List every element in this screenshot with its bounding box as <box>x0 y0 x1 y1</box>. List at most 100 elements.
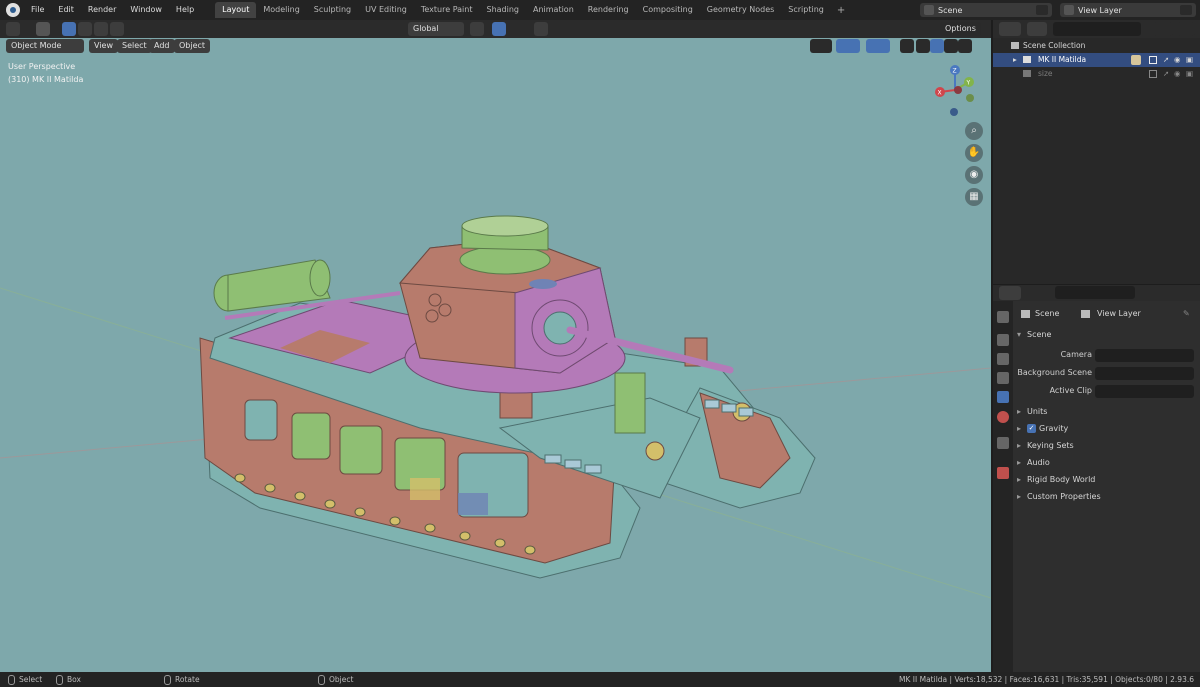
zoom-icon[interactable]: ⌕ <box>965 122 983 140</box>
tab-animation[interactable]: Animation <box>526 2 581 18</box>
expand-arrow-icon[interactable]: ▸ <box>1013 53 1017 67</box>
add-menu[interactable]: Add <box>149 39 175 53</box>
properties-editor-type-icon[interactable] <box>999 286 1021 300</box>
xray-icon[interactable] <box>900 39 914 53</box>
outliner-row-mk-ii-matilda[interactable]: ▸ MK II Matilda ➚ ◉ ▣ <box>993 53 1200 67</box>
scene-tab-icon[interactable] <box>997 391 1009 403</box>
object-mode-dropdown[interactable]: Object Mode <box>6 39 84 53</box>
properties-search-input[interactable] <box>1055 286 1135 299</box>
tab-rendering[interactable]: Rendering <box>581 2 636 18</box>
status-select: Select <box>8 672 42 687</box>
tab-scripting[interactable]: Scripting <box>781 2 831 18</box>
audio-panel-header[interactable]: ▸ Audio <box>1013 455 1200 471</box>
view-layer-selector[interactable]: View Layer <box>1060 3 1196 17</box>
view-menu[interactable]: View <box>89 39 118 53</box>
scene-selector[interactable]: Scene <box>920 3 1052 17</box>
world-tab-icon[interactable] <box>997 411 1009 423</box>
gravity-checkbox[interactable]: ✓ <box>1027 424 1036 433</box>
camera-icon[interactable]: ▣ <box>1186 67 1193 81</box>
pan-hand-icon[interactable]: ✋ <box>965 144 983 162</box>
status-bar: Select Box Select Rotate View Object Con… <box>0 672 1200 687</box>
select-arrow-icon[interactable]: ➚ <box>1163 53 1169 67</box>
select-tool-icon[interactable] <box>36 22 50 36</box>
shading-material-icon[interactable] <box>944 39 958 53</box>
menu-edit[interactable]: Edit <box>51 0 81 20</box>
navigation-gizmo[interactable]: Z Y X <box>930 62 982 118</box>
pivot-point-icon[interactable] <box>470 22 484 36</box>
custom-properties-panel-header[interactable]: ▸ Custom Properties <box>1013 489 1200 505</box>
workspace-tabs: Layout Modeling Sculpting UV Editing Tex… <box>215 0 851 20</box>
shading-wireframe-icon[interactable] <box>916 39 930 53</box>
status-box-select: Box Select <box>56 672 81 687</box>
camera-view-icon[interactable]: ◉ <box>965 166 983 184</box>
gizmo-toggle-icon[interactable] <box>836 39 860 53</box>
tab-shading[interactable]: Shading <box>479 2 526 18</box>
select-menu[interactable]: Select <box>117 39 152 53</box>
scene-panel-header[interactable]: ▾ Scene <box>1013 327 1200 343</box>
select-mode-invert-icon[interactable] <box>110 22 124 36</box>
visibility-icon[interactable] <box>810 39 832 53</box>
exclude-checkbox[interactable] <box>1149 70 1157 78</box>
snap-icon[interactable] <box>492 22 506 36</box>
keying-sets-panel-header[interactable]: ▸ Keying Sets <box>1013 438 1200 454</box>
top-bar: File Edit Render Window Help Layout Mode… <box>0 0 1200 20</box>
tab-compositing[interactable]: Compositing <box>636 2 700 18</box>
units-panel-header[interactable]: ▸ Units <box>1013 404 1200 420</box>
gravity-panel-header[interactable]: ▸ ✓ Gravity <box>1013 421 1200 437</box>
select-mode-extend-icon[interactable] <box>78 22 92 36</box>
background-scene-field[interactable] <box>1095 367 1194 380</box>
object-menu[interactable]: Object <box>174 39 211 53</box>
collection-icon <box>1011 42 1019 49</box>
overlay-toggle-icon[interactable] <box>866 39 890 53</box>
output-tab-icon[interactable] <box>997 353 1009 365</box>
menu-help[interactable]: Help <box>169 0 201 20</box>
transform-orientation-dropdown[interactable]: Global <box>408 22 464 36</box>
view-layer-tab-icon[interactable] <box>997 372 1009 384</box>
rigid-body-world-panel-header[interactable]: ▸ Rigid Body World <box>1013 472 1200 488</box>
tab-texture-paint[interactable]: Texture Paint <box>414 2 480 18</box>
collection-tab-icon[interactable] <box>997 437 1009 449</box>
new-collection-icon[interactable] <box>1177 22 1195 36</box>
eye-icon[interactable]: ◉ <box>1174 67 1181 81</box>
camera-icon[interactable]: ▣ <box>1186 53 1193 67</box>
camera-field[interactable] <box>1095 349 1194 362</box>
proportional-edit-icon[interactable] <box>534 22 548 36</box>
menu-window[interactable]: Window <box>123 0 169 20</box>
options-dropdown[interactable]: Options <box>940 22 981 36</box>
properties-breadcrumb: Scene View Layer ✎ <box>1013 306 1200 322</box>
pin-icon[interactable]: ✎ <box>1183 306 1190 322</box>
tool-tab-icon[interactable] <box>997 311 1009 323</box>
filter-icon[interactable] <box>1153 22 1173 36</box>
tab-layout[interactable]: Layout <box>215 2 257 18</box>
outliner-display-mode-icon[interactable] <box>1027 22 1047 36</box>
select-mode-new-icon[interactable] <box>62 22 76 36</box>
eye-icon[interactable]: ◉ <box>1174 53 1181 67</box>
outliner-search-input[interactable] <box>1053 22 1141 36</box>
expand-chevron-icon: ▸ <box>1017 492 1022 501</box>
tab-modeling[interactable]: Modeling <box>256 2 306 18</box>
render-tab-icon[interactable] <box>997 334 1009 346</box>
outliner-row-scene-collection[interactable]: Scene Collection <box>993 39 1200 53</box>
perspective-toggle-icon[interactable]: ▦ <box>965 188 983 206</box>
editor-type-icon[interactable] <box>6 22 20 36</box>
tab-uv-editing[interactable]: UV Editing <box>358 2 414 18</box>
select-mode-subtract-icon[interactable] <box>94 22 108 36</box>
menu-render[interactable]: Render <box>81 0 123 20</box>
shading-solid-icon[interactable] <box>930 39 944 53</box>
outliner-editor-type-icon[interactable] <box>999 22 1021 36</box>
blender-logo-icon[interactable] <box>6 3 20 17</box>
menu-file[interactable]: File <box>24 0 51 20</box>
outliner-row-size[interactable]: size ➚ ◉ ▣ <box>993 67 1200 81</box>
tab-sculpting[interactable]: Sculpting <box>307 2 358 18</box>
scene-browse-icon[interactable] <box>1036 5 1048 15</box>
active-clip-field[interactable] <box>1095 385 1194 398</box>
texture-tab-icon[interactable] <box>997 467 1009 479</box>
tab-geometry-nodes[interactable]: Geometry Nodes <box>700 2 781 18</box>
shading-rendered-icon[interactable] <box>958 39 972 53</box>
3d-viewport[interactable]: User Perspective (310) MK II Matilda Z Y… <box>0 38 991 672</box>
select-arrow-icon[interactable]: ➚ <box>1163 67 1169 81</box>
exclude-checkbox[interactable] <box>1149 56 1157 64</box>
view-layer-browse-icon[interactable] <box>1180 5 1192 15</box>
mouse-right-icon <box>318 675 325 685</box>
add-workspace-button[interactable]: + <box>831 5 851 16</box>
